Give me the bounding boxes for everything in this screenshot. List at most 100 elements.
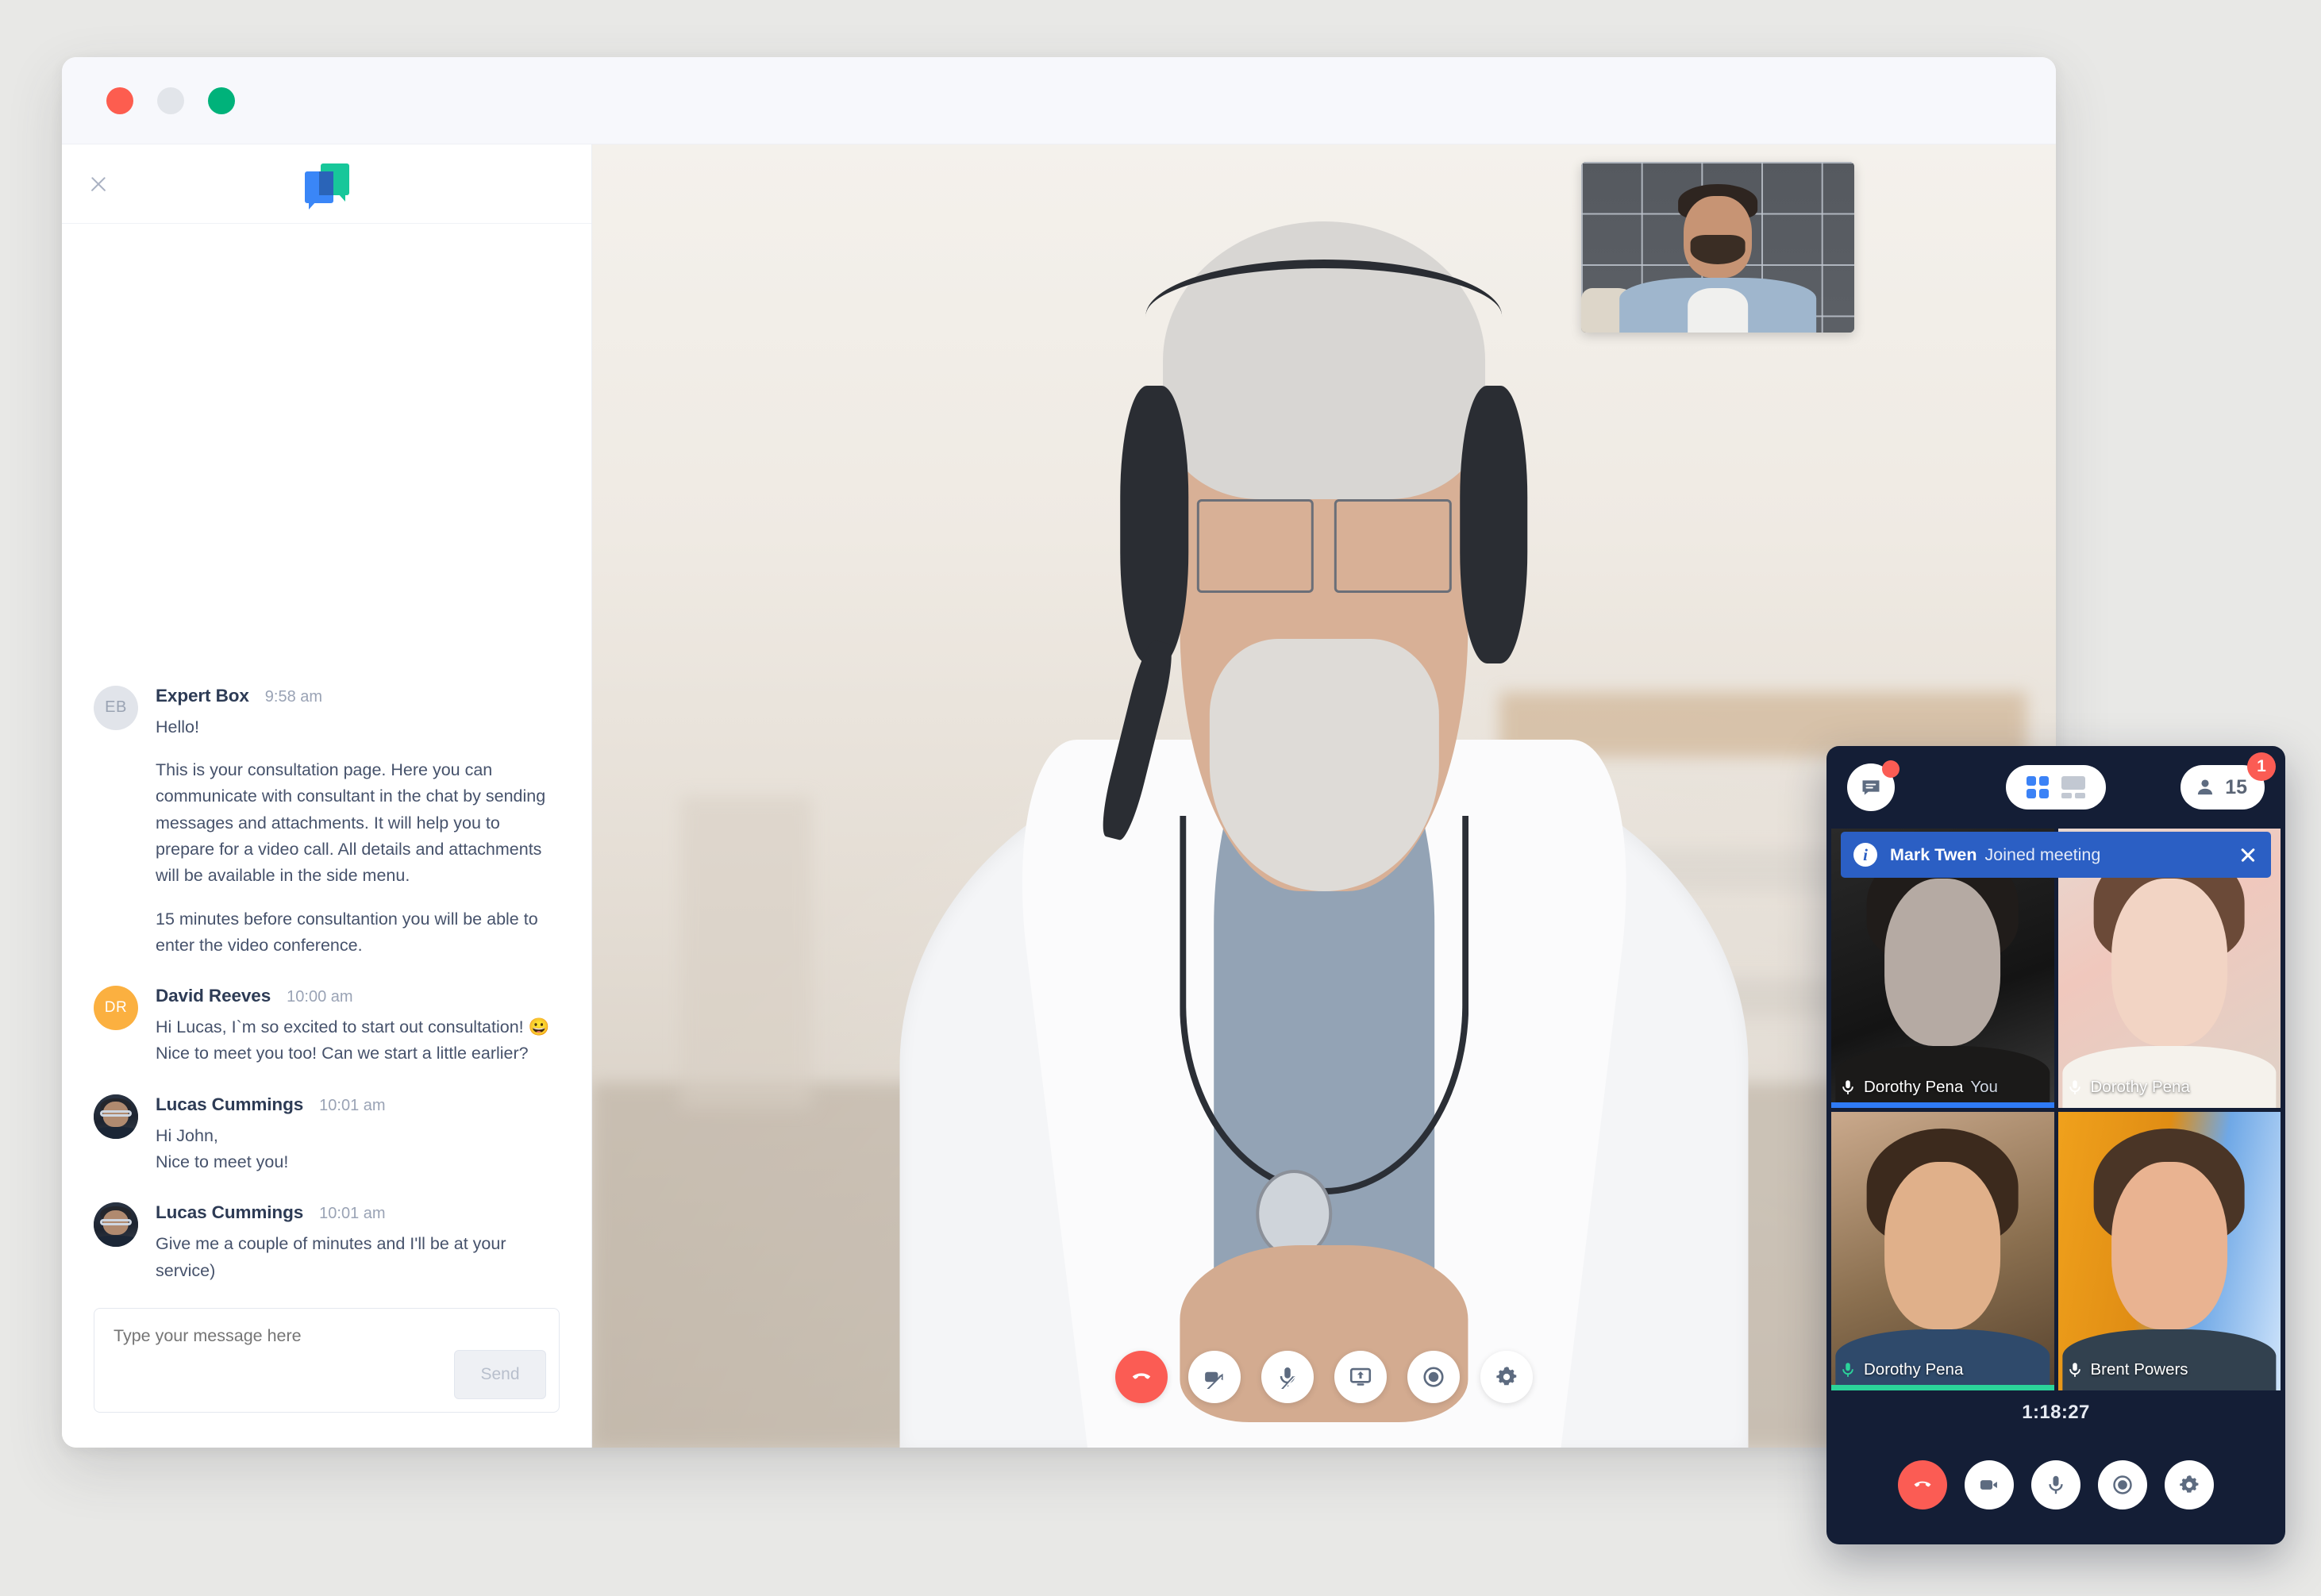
- chat-composer: Send: [94, 1308, 560, 1413]
- message-paragraph: Hello!: [156, 717, 199, 736]
- microphone-icon: [1842, 1363, 1853, 1377]
- message-author: Expert Box: [156, 685, 249, 706]
- close-icon[interactable]: [2238, 844, 2258, 865]
- avatar: [94, 1094, 138, 1139]
- participant-name: Dorothy Pena: [2090, 1077, 2190, 1096]
- message-text: Give me a couple of minutes and I'll be …: [156, 1231, 560, 1284]
- conference-header: 15 1: [1826, 746, 2285, 829]
- participant-tile[interactable]: Dorothy Pena: [1831, 1111, 2054, 1390]
- join-notification: i Mark Twen Joined meeting: [1841, 832, 2271, 878]
- chat-sidebar: EB Expert Box 9:58 am Hello! This is you…: [62, 144, 592, 1448]
- message-input[interactable]: [114, 1326, 540, 1346]
- avatar: [94, 1202, 138, 1248]
- conference-settings-button[interactable]: [2165, 1460, 2214, 1509]
- app-window: EB Expert Box 9:58 am Hello! This is you…: [62, 57, 2056, 1448]
- conference-controls: [1826, 1460, 2285, 1509]
- participant-tile[interactable]: Brent Powers: [2057, 1111, 2281, 1390]
- conference-record-button[interactable]: [2098, 1460, 2147, 1509]
- speaking-indicator: [1831, 1385, 2054, 1390]
- window-maximize-button[interactable]: [208, 87, 235, 114]
- layout-toggle[interactable]: [2006, 765, 2106, 810]
- settings-button[interactable]: [1480, 1351, 1533, 1403]
- message-paragraph: Give me a couple of minutes and I'll be …: [156, 1234, 506, 1280]
- notification-user-name: Mark Twen: [1890, 844, 1977, 864]
- chat-message-list[interactable]: EB Expert Box 9:58 am Hello! This is you…: [62, 224, 591, 1308]
- participant-name: Dorothy Pena: [1864, 1077, 1964, 1096]
- message-timestamp: 9:58 am: [264, 687, 323, 706]
- video-conference-panel: 15 1 i Mark Twen Joined meeting Dorothy …: [1826, 746, 2285, 1544]
- avatar: DR: [94, 986, 138, 1031]
- message-paragraph: Nice to meet you!: [156, 1152, 289, 1172]
- expertbox-logo-icon: [304, 163, 349, 210]
- conference-camera-button[interactable]: [1965, 1460, 2014, 1509]
- chat-sidebar-header: [62, 144, 591, 224]
- participants-count: 15: [2225, 775, 2247, 798]
- microphone-icon: [1842, 1079, 1853, 1094]
- record-icon: [1423, 1367, 1444, 1387]
- chat-composer-area: Send: [62, 1308, 591, 1448]
- remote-participant-video: [899, 183, 1749, 1448]
- video-slash-icon: [1205, 1371, 1223, 1389]
- send-button[interactable]: Send: [454, 1350, 546, 1399]
- participant-name: Brent Powers: [2090, 1360, 2188, 1379]
- chat-message: DR David Reeves 10:00 am Hi Lucas, I`m s…: [94, 986, 560, 1067]
- message-timestamp: 10:00 am: [287, 988, 353, 1006]
- participant-label: Dorothy Pena: [2066, 1078, 2275, 1097]
- conference-microphone-button[interactable]: [2031, 1460, 2080, 1509]
- message-author: David Reeves: [156, 986, 271, 1006]
- message-timestamp: 10:01 am: [319, 1205, 386, 1223]
- speaker-view-icon[interactable]: [2061, 776, 2085, 798]
- avatar-initials: DR: [104, 999, 128, 1017]
- message-paragraph: Hi John,: [156, 1125, 218, 1145]
- person-icon: [2198, 779, 2213, 795]
- participant-name: Dorothy Pena: [1864, 1360, 1964, 1379]
- message-paragraph: 15 minutes before consultantion you will…: [156, 909, 538, 955]
- message-author: Lucas Cummings: [156, 1094, 304, 1114]
- call-timer: 1:18:27: [2022, 1402, 2090, 1423]
- window-minimize-button[interactable]: [157, 87, 184, 114]
- record-button[interactable]: [1407, 1351, 1460, 1403]
- participant-tiles: Dorothy Pena You Dorothy Pena Dorothy Pe…: [1826, 829, 2285, 1390]
- message-text: Hi Lucas, I`m so excited to start out co…: [156, 1014, 560, 1067]
- avatar-initials: EB: [105, 698, 127, 717]
- window-close-button[interactable]: [106, 87, 133, 114]
- message-paragraph: This is your consultation page. Here you…: [156, 760, 546, 886]
- microphone-slash-icon: [1280, 1367, 1295, 1389]
- grid-view-icon[interactable]: [2027, 776, 2049, 798]
- gear-icon: [1496, 1367, 1517, 1386]
- active-indicator: [1831, 1102, 2054, 1108]
- microphone-icon: [2069, 1363, 2080, 1377]
- participant-label: Brent Powers: [2066, 1360, 2275, 1379]
- hang-up-button[interactable]: [1115, 1351, 1168, 1403]
- message-author: Lucas Cummings: [156, 1202, 304, 1223]
- message-text: Hi John, Nice to meet you!: [156, 1123, 560, 1176]
- self-view-tile[interactable]: [1581, 162, 1854, 333]
- message-paragraph: Nice to meet you too! Can we start a lit…: [156, 1044, 529, 1063]
- record-icon: [2113, 1475, 2132, 1494]
- microphone-icon: [2069, 1079, 2080, 1094]
- close-icon[interactable]: [86, 171, 111, 197]
- microphone-icon: [2049, 1475, 2063, 1494]
- video-icon: [1980, 1480, 1997, 1490]
- message-paragraph: Hi Lucas, I`m so excited to start out co…: [156, 1017, 550, 1037]
- conference-hang-up-button[interactable]: [1898, 1460, 1947, 1509]
- participant-you-label: You: [1970, 1077, 1998, 1096]
- window-titlebar: [62, 57, 2056, 144]
- gear-icon: [2180, 1475, 2199, 1493]
- unread-badge-dot: [1882, 760, 1900, 778]
- participant-label: Dorothy Pena You: [1839, 1078, 2048, 1097]
- phone-hangup-icon: [1914, 1481, 1931, 1487]
- microphone-off-button[interactable]: [1261, 1351, 1314, 1403]
- message-text: Hello! This is your consultation page. H…: [156, 714, 560, 960]
- participant-video: [1831, 1111, 2054, 1390]
- message-timestamp: 10:01 am: [319, 1096, 386, 1114]
- participants-badge: 1: [2247, 752, 2276, 781]
- participant-label: Dorothy Pena: [1839, 1360, 2048, 1379]
- phone-hangup-icon: [1132, 1373, 1151, 1379]
- chat-icon: [1862, 780, 1880, 795]
- participant-video: [2057, 1111, 2281, 1390]
- camera-off-button[interactable]: [1188, 1351, 1241, 1403]
- screen-share-icon: [1349, 1367, 1372, 1386]
- share-screen-button[interactable]: [1334, 1351, 1387, 1403]
- info-icon: i: [1853, 843, 1877, 867]
